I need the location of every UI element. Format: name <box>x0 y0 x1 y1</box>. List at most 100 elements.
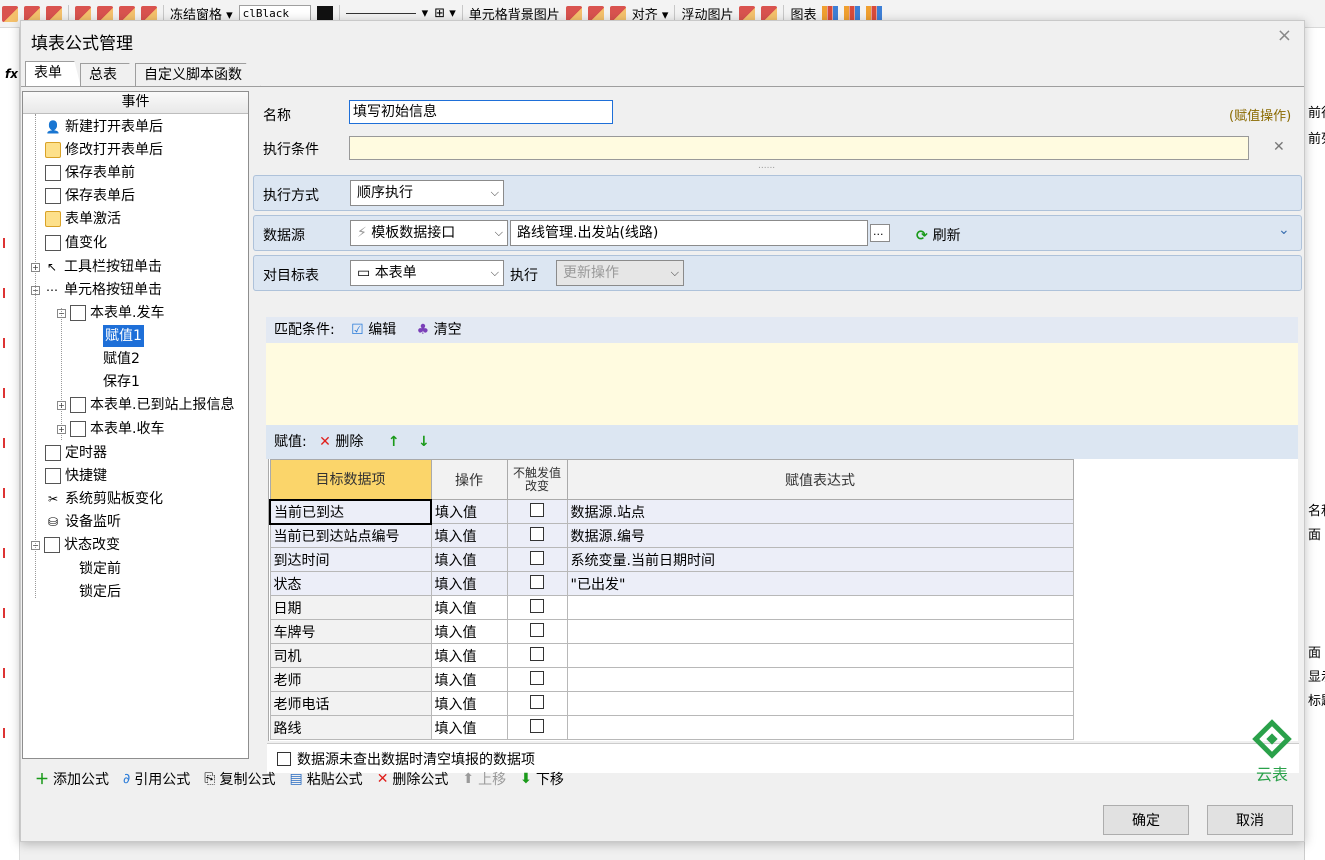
collapse-icon[interactable]: − <box>31 540 40 550</box>
table-row[interactable]: 路线 填入值 <box>269 715 1074 740</box>
op-cell[interactable]: 填入值 <box>430 619 508 644</box>
line-style-dropdown-icon[interactable]: ▾ <box>422 6 429 21</box>
datasource-type-select[interactable]: ⚡ 模板数据接口 ⌵ <box>350 220 508 246</box>
tree-node[interactable]: − ⋯ 单元格按钮单击 <box>31 279 162 301</box>
expr-cell[interactable] <box>566 715 1074 740</box>
expr-cell[interactable] <box>566 691 1074 716</box>
border-icon[interactable]: ⊞ ▾ <box>434 6 456 21</box>
checkbox[interactable] <box>530 502 544 517</box>
op-cell[interactable]: 填入值 <box>430 547 508 572</box>
tree-node[interactable]: + 本表单.已到站上报信息 <box>57 394 234 416</box>
move-down-icon[interactable]: ↓ <box>418 434 430 450</box>
table-row[interactable]: 老师 填入值 <box>269 667 1074 692</box>
expr-cell[interactable] <box>566 619 1074 644</box>
tree-node[interactable]: − 本表单.发车 <box>57 302 164 324</box>
browse-button[interactable]: ... <box>870 224 890 242</box>
expr-cell[interactable] <box>566 643 1074 668</box>
assign-delete-button[interactable]: 删除 <box>335 434 363 450</box>
tree-node[interactable]: ⛁ 设备监听 <box>45 511 121 533</box>
target-cell[interactable]: 老师电话 <box>269 691 432 716</box>
line-style-icon[interactable] <box>345 13 416 14</box>
tree-node[interactable]: 定时器 <box>45 442 107 464</box>
toolbar-icon[interactable] <box>2 5 18 22</box>
target-cell[interactable]: 路线 <box>269 715 432 740</box>
checkbox[interactable] <box>530 574 544 589</box>
add-formula-button[interactable]: ＋添加公式 <box>35 769 109 789</box>
target-cell[interactable]: 到达时间 <box>269 547 432 572</box>
tree-node[interactable]: 赋值2 <box>103 348 140 370</box>
tab-form[interactable]: 表单 <box>25 61 81 87</box>
expr-cell[interactable]: "已出发" <box>566 571 1074 596</box>
tree-node[interactable]: 👤 新建打开表单后 <box>45 116 163 138</box>
tree-node[interactable]: 保存表单前 <box>45 162 135 184</box>
expr-cell[interactable]: 数据源.编号 <box>566 523 1074 548</box>
table-row[interactable]: 当前已到达 填入值 数据源.站点 <box>269 498 1074 525</box>
checkbox[interactable] <box>530 550 544 565</box>
move-down-button[interactable]: ⬇ 下移 <box>520 769 564 789</box>
checkbox[interactable] <box>530 694 544 709</box>
event-tree[interactable]: 事件 👤 新建打开表单后 修改打开表单后 保存表单前 保存表单后 表单激活 值变化… <box>22 91 249 759</box>
match-condition-area[interactable] <box>266 343 1298 425</box>
expand-double-chevron-icon[interactable]: ⌄ <box>1278 222 1290 238</box>
table-row[interactable]: 状态 填入值 "已出发" <box>269 571 1074 596</box>
no-trigger-cell[interactable] <box>506 499 568 524</box>
ok-button[interactable]: 确定 <box>1103 805 1189 835</box>
tree-node[interactable]: 保存表单后 <box>45 185 135 207</box>
table-row[interactable]: 车牌号 填入值 <box>269 619 1074 644</box>
expand-icon[interactable]: + <box>57 400 66 410</box>
paste-formula-button[interactable]: ▤ 粘贴公式 <box>289 769 362 789</box>
tree-node[interactable]: ✂ 系统剪贴板变化 <box>45 488 163 510</box>
datasource-input[interactable]: 路线管理.出发站(线路) <box>510 220 868 246</box>
op-cell[interactable]: 填入值 <box>430 715 508 740</box>
target-cell[interactable]: 老师 <box>269 667 432 692</box>
collapse-icon[interactable]: − <box>57 308 66 318</box>
op-cell[interactable]: 填入值 <box>430 595 508 620</box>
tree-node[interactable]: − 状态改变 <box>31 534 120 556</box>
no-trigger-cell[interactable] <box>506 523 568 548</box>
tree-node[interactable]: 快捷键 <box>45 465 107 487</box>
column-header[interactable]: 赋值表达式 <box>566 459 1074 500</box>
target-cell[interactable]: 当前已到达 <box>269 498 432 525</box>
no-trigger-cell[interactable] <box>506 619 568 644</box>
checkbox[interactable] <box>530 670 544 685</box>
tree-node[interactable]: + ↖ 工具栏按钮单击 <box>31 256 162 278</box>
checkbox[interactable] <box>530 598 544 613</box>
tree-node[interactable]: 锁定后 <box>79 581 121 603</box>
target-select[interactable]: ▭ 本表单 ⌵ <box>350 260 504 286</box>
op-cell[interactable]: 填入值 <box>430 571 508 596</box>
tab-summary[interactable]: 总表 <box>80 63 136 87</box>
expr-cell[interactable] <box>566 595 1074 620</box>
splitter-handle-icon[interactable]: ...... <box>758 161 775 171</box>
op-cell[interactable]: 填入值 <box>430 499 508 524</box>
column-header[interactable]: 目标数据项 <box>269 459 432 500</box>
delete-formula-button[interactable]: ✕ 删除公式 <box>377 769 449 789</box>
table-row[interactable]: 到达时间 填入值 系统变量.当前日期时间 <box>269 547 1074 572</box>
checkbox[interactable] <box>530 718 544 733</box>
op-cell[interactable]: 填入值 <box>430 667 508 692</box>
target-cell[interactable]: 当前已到达站点编号 <box>269 523 432 548</box>
tree-node[interactable]: 表单激活 <box>45 208 121 230</box>
assignment-grid[interactable]: 目标数据项 操作 不触发值改变 赋值表达式 当前已到达 填入值 数据源.站点 当前已… <box>268 459 1298 741</box>
no-trigger-cell[interactable] <box>506 643 568 668</box>
target-cell[interactable]: 司机 <box>269 643 432 668</box>
table-row[interactable]: 当前已到达站点编号 填入值 数据源.编号 <box>269 523 1074 548</box>
condition-builder-icon[interactable]: ✕ <box>1273 139 1285 155</box>
table-row[interactable]: 日期 填入值 <box>269 595 1074 620</box>
tab-custom-script[interactable]: 自定义脚本函数 <box>135 63 261 87</box>
expr-cell[interactable] <box>566 667 1074 692</box>
tree-node-selected[interactable]: 赋值1 <box>103 325 144 347</box>
clear-option-checkbox[interactable] <box>277 751 291 766</box>
tree-node[interactable]: 保存1 <box>103 371 140 393</box>
copy-formula-button[interactable]: ⎘ 复制公式 <box>204 769 275 789</box>
target-cell[interactable]: 日期 <box>269 595 432 620</box>
tree-node[interactable]: 修改打开表单后 <box>45 139 163 161</box>
condition-input[interactable] <box>349 136 1249 160</box>
close-icon[interactable]: × <box>1277 25 1292 46</box>
column-header[interactable]: 不触发值改变 <box>506 459 568 500</box>
target-cell[interactable]: 状态 <box>269 571 432 596</box>
match-clear-button[interactable]: 清空 <box>434 322 462 338</box>
collapse-icon[interactable]: − <box>31 285 40 295</box>
op-cell[interactable]: 填入值 <box>430 643 508 668</box>
op-cell[interactable]: 填入值 <box>430 691 508 716</box>
expr-cell[interactable]: 数据源.站点 <box>566 499 1074 524</box>
